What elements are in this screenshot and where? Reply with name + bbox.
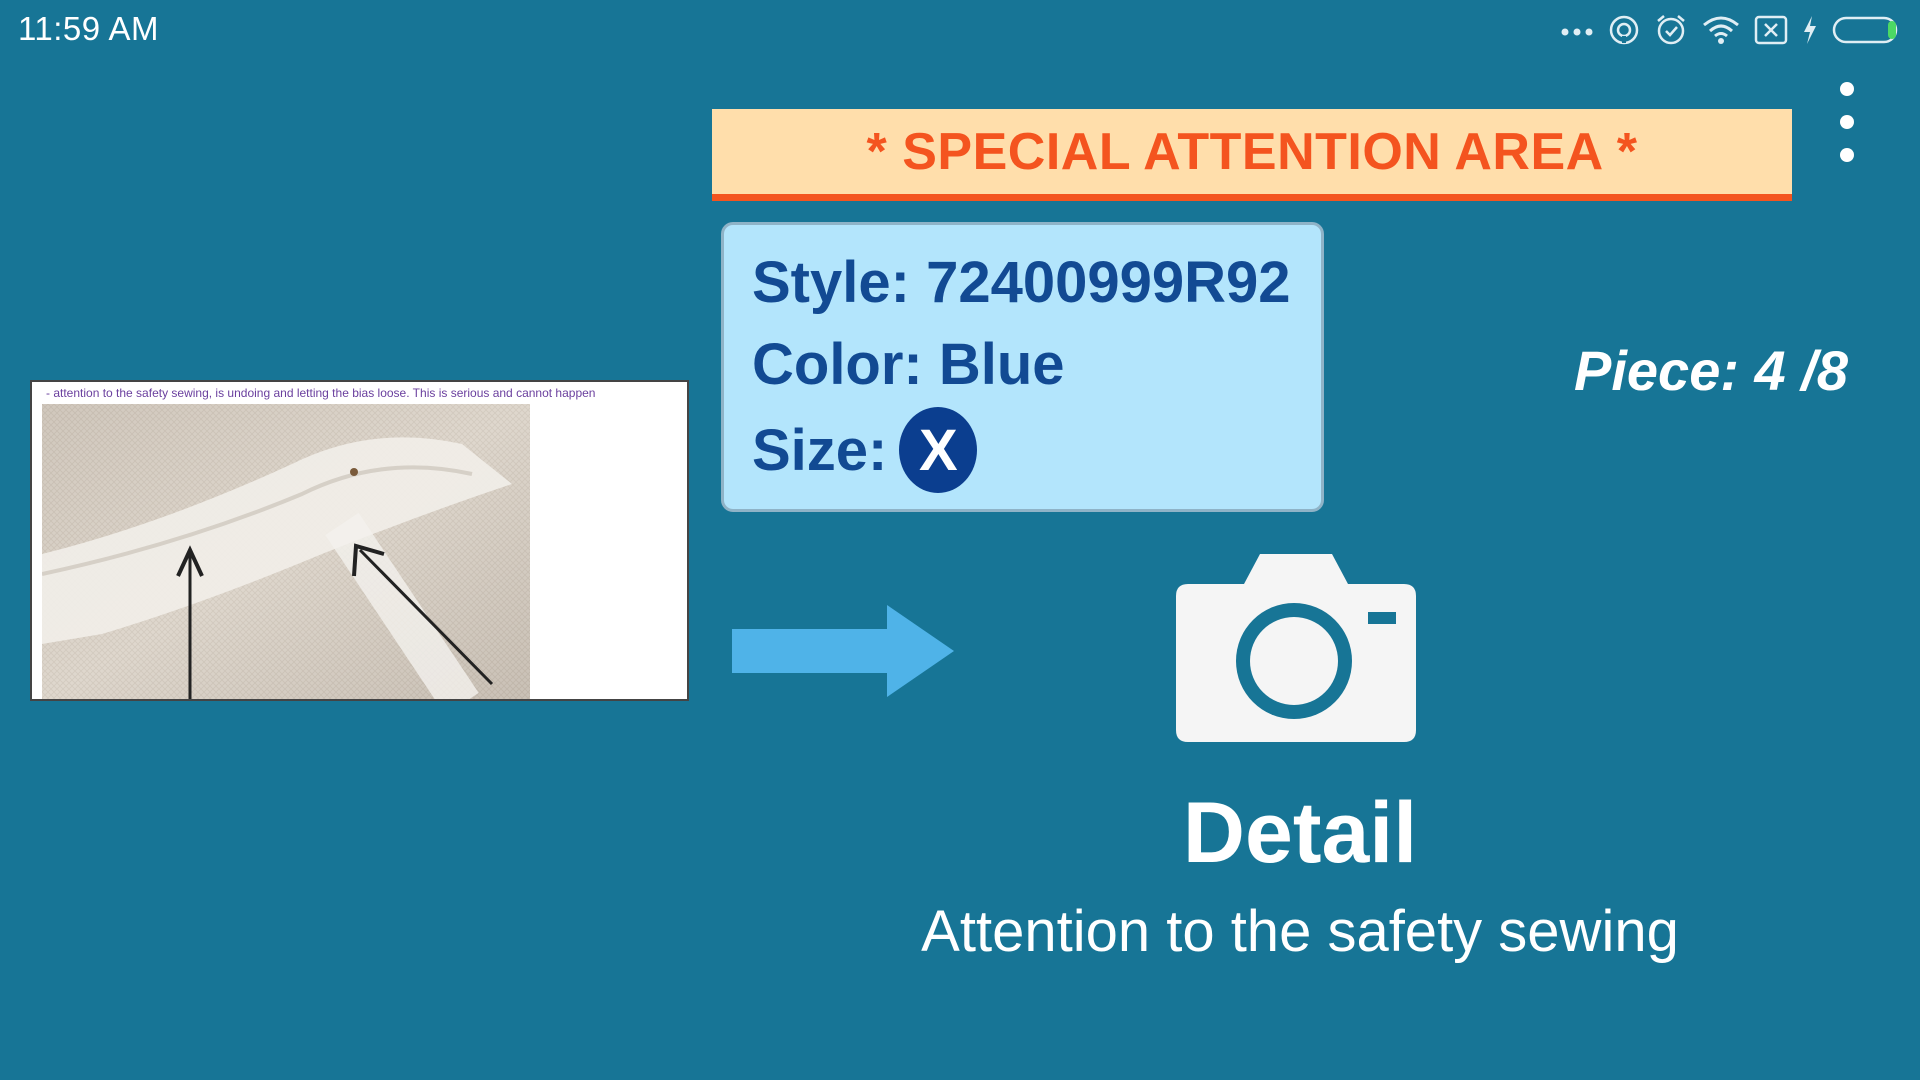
special-attention-banner: * SPECIAL ATTENTION AREA * [712, 109, 1792, 201]
charging-icon [1804, 16, 1816, 44]
battery-icon [1832, 16, 1898, 44]
reference-photo[interactable]: - attention to the safety sewing, is und… [30, 380, 689, 701]
banner-text: * SPECIAL ATTENTION AREA * [866, 122, 1638, 181]
overflow-menu-icon[interactable] [1822, 82, 1872, 162]
size-label: Size: [752, 417, 888, 483]
status-icons [1560, 10, 1902, 50]
photo-caption: - attention to the safety sewing, is und… [46, 386, 596, 400]
piece-counter: Piece: 4 /8 [1574, 339, 1848, 402]
garment-info-card: Style: 72400999R92 Color: Blue Size: X [721, 222, 1324, 512]
menu-dot [1840, 148, 1854, 162]
arrow-right-icon [732, 605, 954, 697]
size-row: Size: X [752, 407, 978, 493]
sim-off-icon [1754, 15, 1788, 45]
menu-dot [1840, 82, 1854, 96]
more-dots-icon [1561, 28, 1593, 36]
detail-title: Detail [1182, 785, 1418, 881]
style-row: Style: 72400999R92 [752, 247, 1291, 317]
fabric-photo [42, 404, 530, 699]
camera-icon[interactable] [1176, 554, 1416, 742]
color-value: Blue [938, 331, 1065, 397]
style-value: 72400999R92 [926, 249, 1291, 315]
wifi-icon [1703, 16, 1739, 44]
status-bar: 11:59 AM [0, 0, 1920, 62]
color-row: Color: Blue [752, 329, 1065, 399]
hotspot-icon [1609, 15, 1639, 45]
style-label: Style: [752, 249, 910, 315]
status-time: 11:59 AM [18, 10, 159, 47]
detail-subtitle: Attention to the safety sewing [921, 899, 1679, 964]
alarm-icon [1657, 15, 1685, 45]
size-badge: X [899, 407, 978, 493]
color-label: Color: [752, 331, 923, 397]
menu-dot [1840, 115, 1854, 129]
